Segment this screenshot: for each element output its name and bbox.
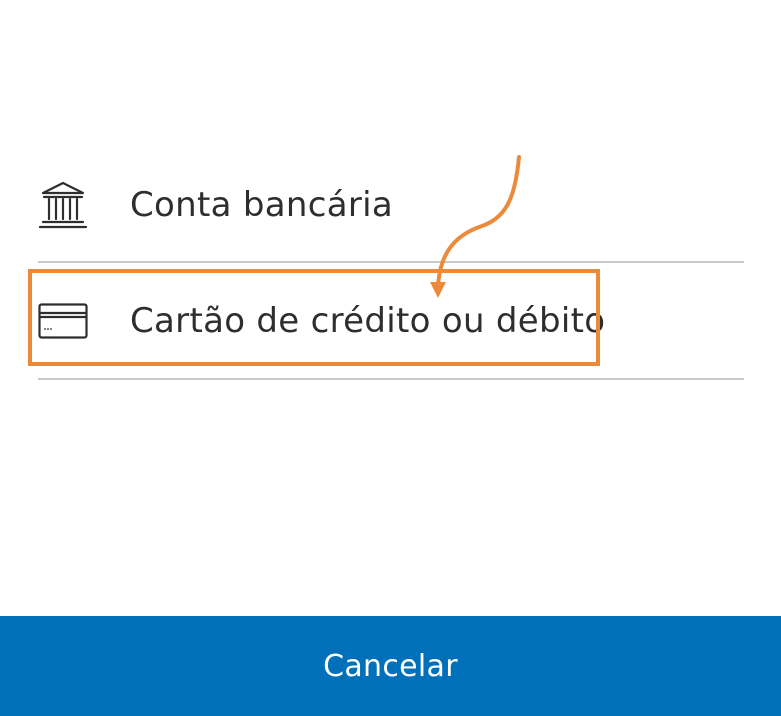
annotation-arrow xyxy=(430,155,521,298)
bank-icon xyxy=(38,179,90,231)
option-credit-debit-card-label: Cartão de crédito ou débito xyxy=(130,301,606,341)
option-bank-account-label: Conta bancária xyxy=(130,185,394,225)
divider xyxy=(38,378,744,380)
credit-card-icon xyxy=(38,295,90,347)
cancel-button[interactable]: Cancelar xyxy=(0,616,781,716)
option-credit-debit-card[interactable]: Cartão de crédito ou débito xyxy=(38,286,744,356)
divider xyxy=(38,261,744,263)
cancel-button-label: Cancelar xyxy=(323,648,458,684)
option-bank-account[interactable]: Conta bancária xyxy=(38,170,744,240)
